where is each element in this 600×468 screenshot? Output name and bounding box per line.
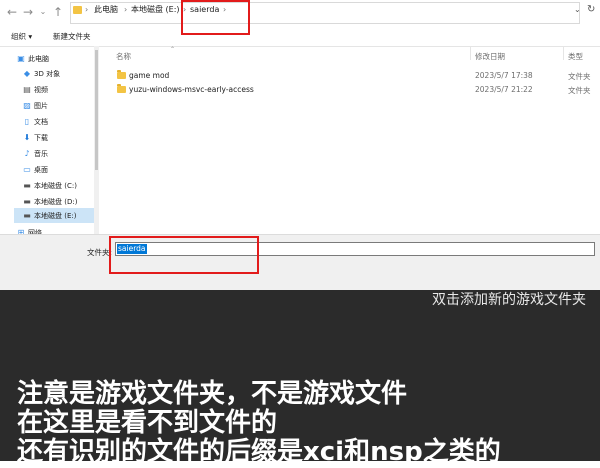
highlight-box-breadcrumb [181,0,250,35]
document-icon: ▯ [24,117,30,126]
forward-arrow-icon[interactable]: → [20,4,36,20]
network-icon: ⊞ [17,228,25,234]
folder-icon [117,70,126,79]
sidebar-item-drive-c[interactable]: ▬ 本地磁盘 (C:) [22,179,77,193]
new-folder-button[interactable]: 新建文件夹 [53,31,91,42]
column-header-type[interactable]: 类型 [568,51,583,62]
breadcrumb-this-pc[interactable]: 此电脑 [94,4,118,16]
up-arrow-icon[interactable]: ↑ [50,4,66,20]
breadcrumb-separator: › [85,5,89,14]
sidebar-scrollbar-thumb[interactable] [95,50,98,170]
highlight-box-folder-field [109,236,259,274]
sidebar-item-videos[interactable]: ▤ 视频 [22,83,48,97]
drive-icon: ▬ [23,181,31,190]
sidebar-item-downloads[interactable]: ⬇ 下载 [22,131,48,145]
column-divider[interactable] [563,46,564,60]
organize-button[interactable]: 组织 ▾ [11,31,32,42]
row-name: yuzu-windows-msvc-early-access [129,85,254,94]
row-name: game mod [129,71,170,80]
table-row[interactable]: game mod 2023/5/7 17:38 文件夹 [110,68,600,82]
sidebar-item-3d-objects[interactable]: ◆ 3D 对象 [22,67,60,81]
address-dropdown-icon[interactable]: ⌄ [574,5,581,14]
sidebar-item-drive-e[interactable]: ▬ 本地磁盘 (E:) [22,209,76,223]
sidebar-item-this-pc[interactable]: ▣ 此电脑 [16,52,49,66]
video-icon: ▤ [23,85,31,94]
column-header-date[interactable]: 修改日期 [475,51,505,62]
hint-text: 双击添加新的游戏文件夹 [432,292,586,308]
sort-ascending-icon: ⌃ [170,46,176,53]
row-date: 2023/5/7 21:22 [475,85,533,94]
sidebar-item-network[interactable]: ⊞ 网络 [16,226,42,234]
row-type: 文件夹 [568,86,591,95]
breadcrumb-drive-e[interactable]: 本地磁盘 (E:) [131,4,180,16]
sidebar-item-pictures[interactable]: ▨ 图片 [22,99,48,113]
sidebar-item-documents[interactable]: ▯ 文档 [22,115,48,129]
cube-icon: ◆ [23,69,31,78]
drive-icon: ▬ [23,211,31,220]
picture-icon: ▨ [23,101,31,110]
recent-locations-chevron-icon[interactable]: ⌄ [35,4,51,20]
column-header-name[interactable]: 名称 [116,51,131,62]
folder-icon [73,6,82,14]
computer-icon: ▣ [17,54,25,63]
row-date: 2023/5/7 17:38 [475,71,533,80]
row-type: 文件夹 [568,72,591,81]
sidebar-item-drive-d[interactable]: ▬ 本地磁盘 (D:) [22,195,77,209]
drive-icon: ▬ [23,197,31,206]
table-row[interactable]: yuzu-windows-msvc-early-access 2023/5/7 … [110,82,600,96]
music-icon: ♪ [24,149,30,158]
folder-icon [117,84,126,93]
download-icon: ⬇ [23,133,31,142]
sidebar-item-desktop[interactable]: ▭ 桌面 [22,163,48,177]
caption-line-3: 还有识别的文件的后缀是xci和nsp之类的 [17,437,501,467]
sidebar-item-music[interactable]: ♪ 音乐 [22,147,48,161]
breadcrumb-separator: › [124,5,128,14]
back-arrow-icon[interactable]: ← [4,4,20,20]
desktop-icon: ▭ [23,165,31,174]
refresh-icon[interactable]: ↻ [587,4,595,15]
column-divider[interactable] [470,46,471,60]
